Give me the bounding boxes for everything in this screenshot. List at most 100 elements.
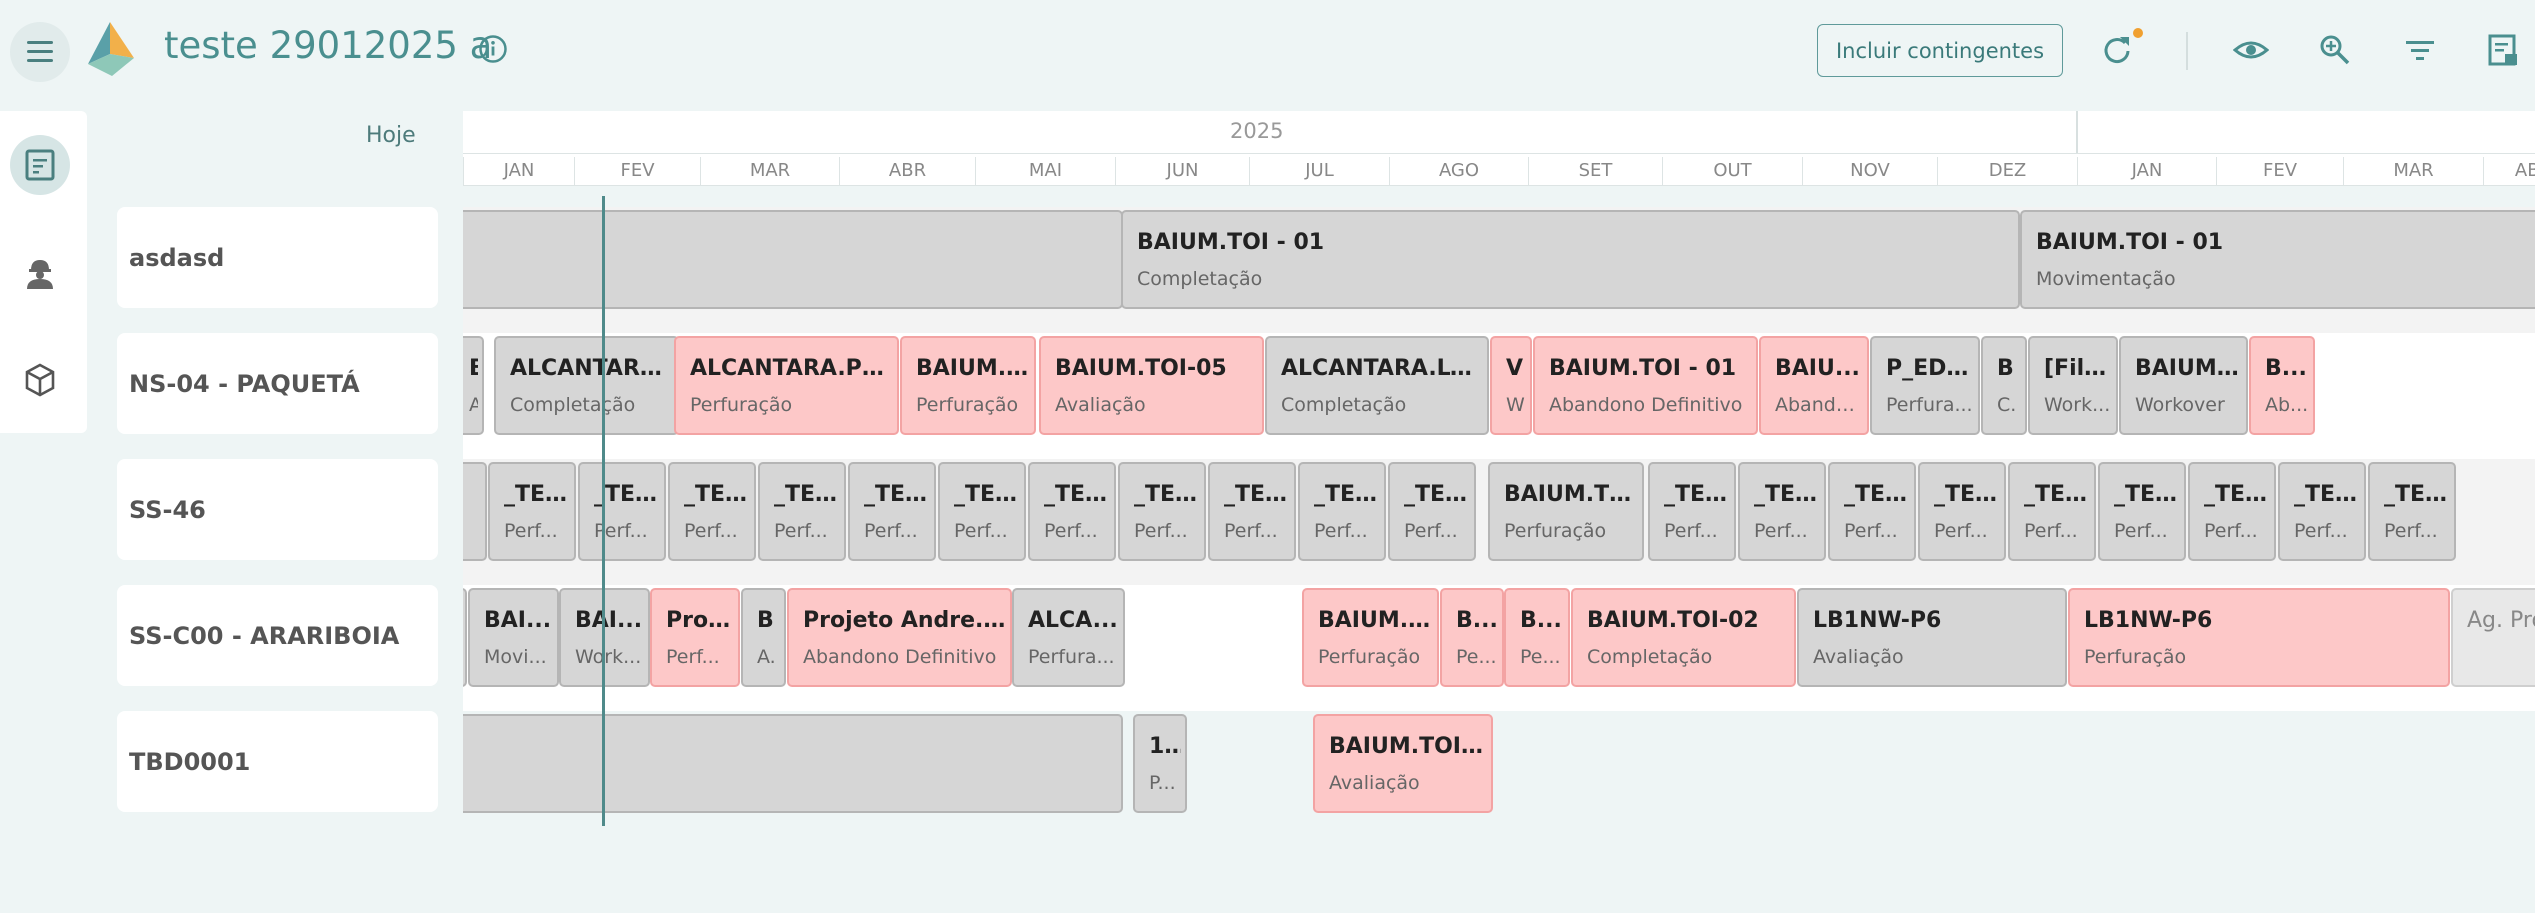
activity-bar[interactable]: _TE... Perf... xyxy=(1388,462,1476,561)
report-icon[interactable] xyxy=(2485,32,2521,68)
activity-type: Completação xyxy=(1281,394,1407,416)
activity-type: Completação xyxy=(510,394,636,416)
activity-title: BAIUM.TOI - 01 xyxy=(2036,230,2224,255)
activity-bar[interactable]: _TE... Perf... xyxy=(2278,462,2366,561)
activity-bar[interactable] xyxy=(463,210,1123,309)
activity-bar[interactable]: Projeto Andre.Al... Abandono Definitivo xyxy=(787,588,1012,687)
activity-bar[interactable]: BAIUM.T... Perfuração xyxy=(1302,588,1439,687)
activity-type: Workover xyxy=(2135,394,2225,416)
schedule-icon[interactable] xyxy=(22,147,58,183)
activity-type: Perfura... xyxy=(1886,394,1973,416)
app-logo xyxy=(88,22,134,76)
activity-bar[interactable]: ALCANTARA.LOC... Completação xyxy=(494,336,679,435)
activity-bar[interactable]: VW xyxy=(1490,336,1532,435)
activity-bar[interactable]: BAIUM.TOI-05 Avaliação xyxy=(1039,336,1264,435)
activity-bar[interactable]: BAIUM.TOI - 01 Movimentação xyxy=(2020,210,2535,309)
activity-bar[interactable]: ALCANTARA.LOC... Completação xyxy=(1265,336,1489,435)
activity-bar[interactable] xyxy=(463,714,1123,813)
month-label: JAN xyxy=(463,157,574,186)
activity-title: B xyxy=(757,608,774,633)
activity-bar[interactable]: _TE... Perf... xyxy=(488,462,576,561)
activity-bar[interactable]: B... Ab... xyxy=(2249,336,2315,435)
activity-title: BAIUM.T... xyxy=(916,356,1030,381)
activity-bar[interactable]: _TE... Perf... xyxy=(1738,462,1826,561)
activity-bar[interactable] xyxy=(463,588,467,687)
activity-bar[interactable]: _TE... Perf... xyxy=(2188,462,2276,561)
activity-bar[interactable]: LB1NW-P6 Perfuração xyxy=(2068,588,2450,687)
include-contingencies-button[interactable]: Incluir contingentes xyxy=(1817,24,2063,77)
activity-bar[interactable]: BAIUM.TO... Perfuração xyxy=(1488,462,1644,561)
refresh-icon[interactable] xyxy=(2099,32,2135,68)
activity-title: ALCA... xyxy=(1028,608,1118,633)
activity-bar[interactable]: B A. xyxy=(741,588,786,687)
activity-bar[interactable]: LB1NW-P6 Avaliação xyxy=(1797,588,2067,687)
activity-title: _TE... xyxy=(2024,482,2090,507)
activity-bar[interactable]: _TE... Perf... xyxy=(1298,462,1386,561)
activity-bar[interactable]: _TE... Perf... xyxy=(1918,462,2006,561)
activity-bar[interactable]: B C. xyxy=(1981,336,2027,435)
activity-type: A. xyxy=(757,646,776,668)
activity-bar[interactable]: _TE... Perf... xyxy=(758,462,846,561)
cube-icon[interactable] xyxy=(22,362,58,398)
activity-bar[interactable]: B A. xyxy=(463,336,484,435)
activity-bar[interactable]: _TE... Perf... xyxy=(2098,462,2186,561)
activity-title: BAI... xyxy=(575,608,643,633)
activity-type: Completação xyxy=(1587,646,1713,668)
activity-title: P_ED_... xyxy=(1886,356,1974,381)
eye-icon[interactable] xyxy=(2233,32,2269,68)
activity-bar[interactable]: _TE... Perf... xyxy=(938,462,1026,561)
menu-icon[interactable] xyxy=(10,22,70,82)
activity-bar[interactable]: BAI... Movi... xyxy=(468,588,559,687)
activity-title: _TE... xyxy=(2204,482,2270,507)
activity-title: B xyxy=(469,356,478,381)
activity-title: BAI... xyxy=(484,608,552,633)
activity-bar[interactable]: _TE... Perf... xyxy=(1118,462,1206,561)
activity-bar[interactable]: BAIUM.T... Workover xyxy=(2119,336,2248,435)
activity-title: BAIU... xyxy=(1775,356,1860,381)
zoom-icon[interactable] xyxy=(2317,32,2353,68)
activity-bar[interactable]: _TE... Perf... xyxy=(578,462,666,561)
activity-bar[interactable] xyxy=(463,462,487,561)
activity-bar[interactable]: Proj... Perf... xyxy=(650,588,740,687)
today-button[interactable]: Hoje xyxy=(366,123,416,148)
worker-icon[interactable] xyxy=(22,256,58,292)
activity-type: Perf... xyxy=(1314,520,1368,542)
activity-bar[interactable]: BAIUM.TOI - 01 Abandono Definitivo xyxy=(1533,336,1758,435)
activity-bar[interactable]: _TE... Perf... xyxy=(668,462,756,561)
activity-bar[interactable]: BAIUM.TOI-02 Avaliação xyxy=(1313,714,1493,813)
activity-bar[interactable]: _TE... Perf... xyxy=(1828,462,1916,561)
activity-bar[interactable]: _TE... Perf... xyxy=(1028,462,1116,561)
activity-bar[interactable]: BAIUM.TOI - 01 Completação xyxy=(1121,210,2020,309)
activity-bar[interactable]: _TE... Perf... xyxy=(1648,462,1736,561)
activity-bar[interactable]: _TE... Perf... xyxy=(2008,462,2096,561)
activity-bar[interactable]: P_ED_... Perfura... xyxy=(1870,336,1980,435)
activity-type: Perf... xyxy=(864,520,918,542)
activity-bar[interactable]: BAIUM.TOI-02 Completação xyxy=(1571,588,1796,687)
activity-type: Abandono Definitivo xyxy=(1549,394,1743,416)
activity-title: ALCANTARA.LOC... xyxy=(1281,356,1483,381)
activity-bar[interactable]: ALCANTARA.Pref ... Perfuração xyxy=(674,336,899,435)
activity-type: Perfuração xyxy=(1504,520,1607,542)
activity-type: Perf... xyxy=(1664,520,1718,542)
activity-title: _TE... xyxy=(1224,482,1290,507)
activity-bar[interactable]: _TE... Perf... xyxy=(1208,462,1296,561)
activity-type: Perf... xyxy=(1224,520,1278,542)
activity-type: Perfuração xyxy=(1318,646,1421,668)
activity-bar[interactable]: BAIU... Abando... xyxy=(1759,336,1869,435)
activity-bar[interactable]: _TE... Perf... xyxy=(848,462,936,561)
activity-bar[interactable]: 1.. P... xyxy=(1133,714,1187,813)
activity-title: BAIUM.TOI-02 xyxy=(1329,734,1487,759)
activity-bar[interactable]: [Fili... Work... xyxy=(2028,336,2118,435)
activity-title: _TE... xyxy=(954,482,1020,507)
activity-bar[interactable]: B... Pe... xyxy=(1504,588,1570,687)
activity-bar[interactable]: Ag. Pro xyxy=(2451,588,2535,687)
info-icon[interactable] xyxy=(478,34,508,64)
activity-bar[interactable]: BAIUM.T... Perfuração xyxy=(900,336,1036,435)
activity-title: _TE... xyxy=(1754,482,1820,507)
gantt-timeline[interactable]: 2025 JAN FEV MAR ABR MAI JUN JUL AGO SET… xyxy=(463,111,2535,831)
activity-title: BAIUM.TOI-05 xyxy=(1055,356,1227,381)
activity-bar[interactable]: _TE... Perf... xyxy=(2368,462,2456,561)
filter-icon[interactable] xyxy=(2402,32,2438,68)
activity-bar[interactable]: B... Pe... xyxy=(1440,588,1504,687)
activity-bar[interactable]: ALCA... Perfura... xyxy=(1012,588,1125,687)
